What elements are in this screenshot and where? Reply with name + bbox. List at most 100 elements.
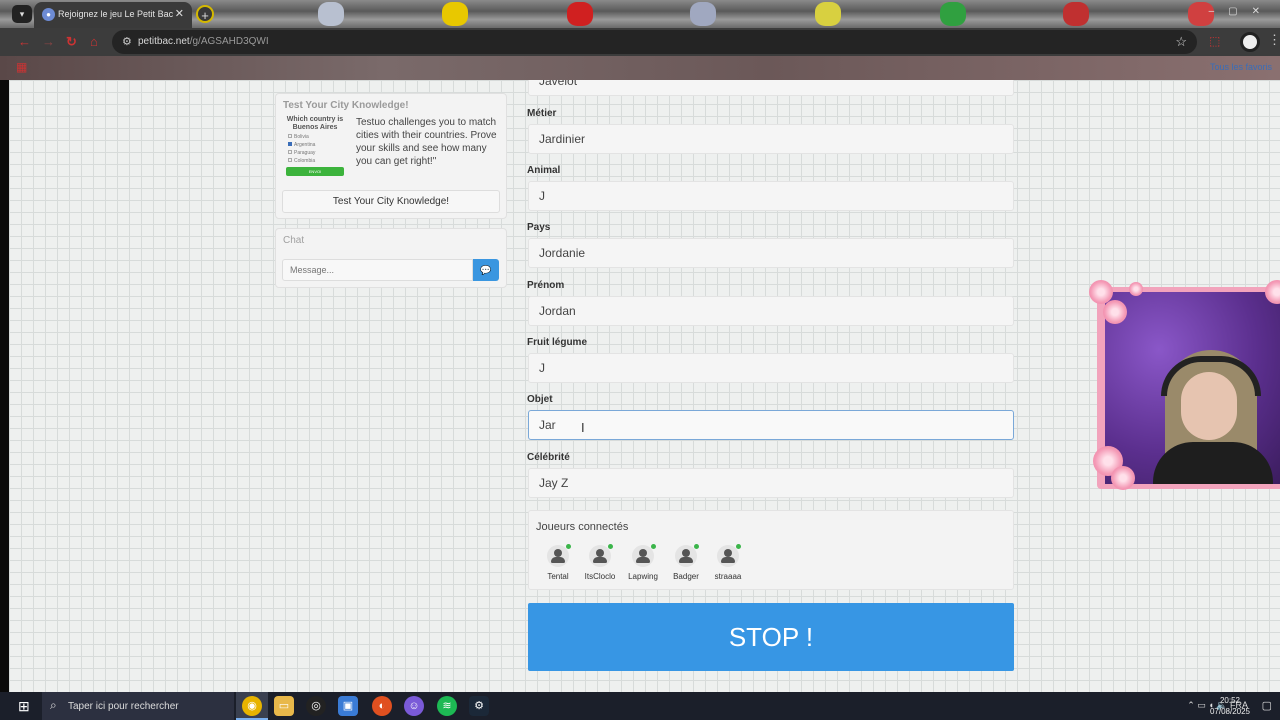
answer-field-celebrite[interactable]: Jay Z	[528, 468, 1014, 498]
field-label: Fruit légume	[527, 337, 588, 348]
taskbar-search-placeholder: Taper ici pour rechercher	[68, 701, 179, 712]
online-status-icon	[651, 544, 656, 549]
user-avatar-icon	[632, 544, 656, 567]
quiz-option: Bolivia	[288, 134, 346, 140]
quiz-option: Paraguay	[288, 150, 346, 156]
obs-icon[interactable]: ◎	[306, 696, 326, 716]
windows-start-icon[interactable]: ⊞	[18, 698, 30, 715]
chat-title: Chat	[283, 235, 305, 246]
text-cursor-icon: I	[581, 420, 585, 435]
left-edge	[0, 80, 9, 692]
player-item: straaaa	[706, 544, 750, 581]
window-controls[interactable]: –▢✕	[1209, 6, 1274, 17]
field-label: Animal	[527, 165, 561, 176]
profile-avatar[interactable]	[1240, 32, 1260, 52]
forward-icon[interactable]: →	[42, 34, 55, 49]
tab-search-icon[interactable]: ▾	[12, 5, 32, 23]
chat-card: Chat 💬	[275, 228, 507, 288]
theme-decoration	[318, 2, 344, 26]
flower-decoration	[1129, 282, 1143, 296]
ad-cta-button[interactable]: Test Your City Knowledge!	[282, 190, 500, 213]
answer-field-animal[interactable]: J	[528, 181, 1014, 211]
user-avatar-icon	[547, 544, 571, 567]
browser-toolbar: ← → ↻ ⌂ ⚙ petitbac.net/g/AGSAHD3QWI ☆	[0, 28, 1280, 56]
site-favicon-icon: ●	[42, 8, 55, 21]
answer-field-fruit-legume[interactable]: J	[528, 353, 1014, 383]
field-label: Prénom	[527, 280, 565, 291]
taskbar-clock[interactable]: 20:52 07/08/2025	[1210, 695, 1250, 717]
new-tab-button[interactable]: +	[196, 5, 214, 23]
reload-icon[interactable]: ↻	[66, 34, 77, 50]
answer-field-pays[interactable]: Jordanie	[528, 238, 1014, 268]
theme-decoration	[940, 2, 966, 26]
flower-decoration	[1103, 300, 1127, 324]
ad-description: Testuo challenges you to match cities wi…	[356, 117, 497, 167]
back-icon[interactable]: ←	[18, 34, 31, 49]
discord-icon[interactable]: ☺	[404, 696, 424, 716]
player-name: Badger	[673, 572, 699, 581]
player-item: Tental	[536, 544, 580, 581]
file-explorer-icon[interactable]: ▭	[274, 696, 294, 716]
online-status-icon	[608, 544, 613, 549]
players-title: Joueurs connectés	[536, 521, 629, 533]
notifications-icon[interactable]: ▢	[1262, 699, 1272, 712]
taskbar-search[interactable]: ⌕ Taper ici pour rechercher	[42, 692, 234, 720]
url-host: petitbac.net	[138, 36, 190, 47]
chat-send-button[interactable]: 💬	[473, 259, 499, 281]
url-path: /g/AGSAHD3QWI	[189, 36, 269, 47]
checkbox-icon	[288, 150, 292, 154]
theme-decoration	[442, 2, 468, 26]
headset-icon	[1161, 356, 1261, 396]
bookmark-star-icon[interactable]: ☆	[1175, 34, 1187, 50]
spotify-icon[interactable]: ≋	[437, 696, 457, 716]
stop-button[interactable]: STOP !	[528, 603, 1014, 671]
windows-taskbar: ⊞ ⌕ Taper ici pour rechercher ◉ ▭ ◎ ▣ ◐ …	[0, 692, 1280, 720]
quiz-question: Which country is Buenos Aires	[286, 116, 344, 131]
quiz-option: Colombia	[288, 158, 346, 164]
steam-icon[interactable]: ⚙	[469, 696, 489, 716]
online-status-icon	[736, 544, 741, 549]
home-icon[interactable]: ⌂	[90, 34, 98, 49]
bookmarks-bar: ▦ Tous les favoris	[0, 56, 1280, 80]
tab-close-icon[interactable]: ✕	[175, 7, 184, 20]
player-item: Lapwing	[621, 544, 665, 581]
field-label: Métier	[527, 108, 557, 119]
player-name: Tental	[547, 572, 569, 581]
browser-menu-icon[interactable]: ⋮	[1268, 32, 1280, 48]
answer-field-prenom[interactable]: Jordan	[528, 296, 1014, 326]
clock-time: 20:52	[1219, 696, 1240, 705]
user-avatar-icon	[589, 544, 613, 567]
speech-bubble-icon: 💬	[480, 265, 492, 275]
field-label: Objet	[527, 394, 553, 405]
answer-field-metier[interactable]: Jardinier	[528, 124, 1014, 154]
player-name: Lapwing	[628, 572, 658, 581]
webcam-video	[1105, 292, 1280, 484]
user-avatar-icon	[717, 544, 741, 567]
chat-message-input[interactable]	[282, 259, 473, 281]
page-content: Test Your City Knowledge! Which country …	[9, 80, 1280, 692]
online-status-icon	[566, 544, 571, 549]
checkbox-icon	[288, 158, 292, 162]
search-icon: ⌕	[50, 698, 57, 712]
chrome-icon[interactable]: ◉	[242, 696, 262, 716]
address-bar[interactable]: ⚙ petitbac.net/g/AGSAHD3QWI ☆	[112, 30, 1197, 54]
player-name: straaaa	[714, 572, 742, 581]
online-status-icon	[694, 544, 699, 549]
ad-quiz-thumbnail[interactable]: Which country is Buenos Aires Bolivia Ar…	[284, 116, 346, 184]
site-info-icon[interactable]: ⚙	[122, 35, 132, 48]
theme-decoration	[815, 2, 841, 26]
quiz-submit-button: ENVOI	[286, 167, 344, 176]
extension-icon[interactable]: ⬚	[1209, 34, 1220, 48]
answer-field-sport[interactable]: Javelot	[528, 80, 1014, 96]
user-avatar-icon	[675, 544, 699, 567]
apps-grid-icon[interactable]: ▦	[16, 60, 27, 74]
browser-tab-bar: ▾ ● Rejoignez le jeu Le Petit Bac ✕ + –▢…	[0, 0, 1280, 28]
answer-field-objet[interactable]: Jar	[528, 410, 1014, 440]
theme-decoration	[567, 2, 593, 26]
all-bookmarks-link[interactable]: Tous les favoris	[1210, 62, 1272, 72]
tab-active[interactable]: ● Rejoignez le jeu Le Petit Bac ✕	[34, 2, 192, 28]
ad-title: Test Your City Knowledge!	[283, 100, 409, 111]
store-icon[interactable]: ▣	[338, 696, 358, 716]
ad-card: Test Your City Knowledge! Which country …	[275, 93, 507, 219]
app-icon[interactable]: ◐	[372, 696, 392, 716]
